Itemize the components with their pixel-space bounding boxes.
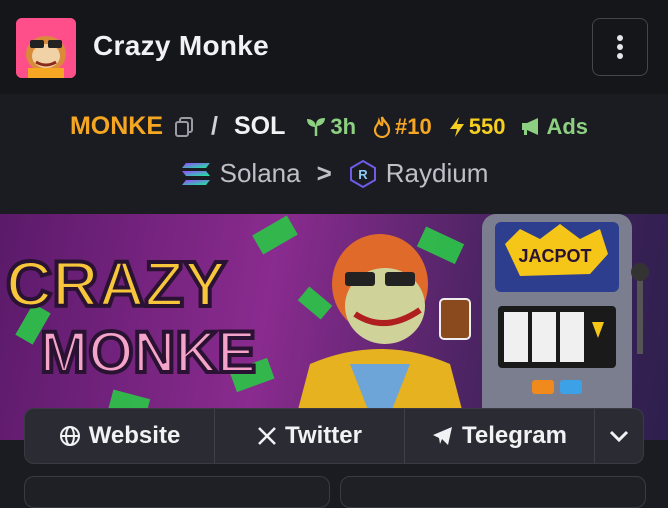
slot-machine: JACPOT [482,214,649,440]
ads-badge[interactable]: Ads [521,114,588,140]
banner-title-line1: CRAZY [6,248,226,320]
seedling-icon [307,117,326,136]
telegram-link[interactable]: Telegram [405,409,595,463]
copy-icon[interactable] [173,116,195,138]
banner-title-line2: MONKE [40,320,256,385]
twitter-label: Twitter [285,422,362,449]
stat-card-left [24,476,330,508]
x-logo-icon [258,427,276,445]
token-title: Crazy Monke [93,30,270,61]
trending-rank-value: #10 [395,113,432,139]
chevron-down-icon [609,430,629,442]
lightning-icon [449,116,464,137]
twitter-link[interactable]: Twitter [215,409,405,463]
website-link[interactable]: Website [25,409,215,463]
pair-info: MONKE / SOL 3h #10 550 Ads Solana > R Ra… [0,94,668,214]
dex-name[interactable]: Raydium [386,158,489,189]
trending-rank: #10 [372,114,432,140]
menu-button[interactable] [592,18,648,76]
pair-age: 3h [305,114,356,140]
social-links: Website Twitter Telegram [24,408,644,464]
flame-icon [373,116,391,138]
pair-row: MONKE / SOL 3h #10 550 Ads [0,112,668,141]
more-links-button[interactable] [595,409,643,463]
boost-count-value: 550 [468,113,506,139]
token-banner: CRAZY MONKE JACPOT [0,214,668,440]
quote-token-symbol: SOL [233,112,286,140]
telegram-icon [433,427,453,445]
globe-icon [59,426,80,446]
breadcrumb-chevron: > [316,158,332,188]
base-token-symbol[interactable]: MONKE [70,112,163,141]
pair-separator: / [211,112,218,140]
chain-breadcrumb: Solana > R Raydium [0,158,668,189]
megaphone-icon [522,117,539,135]
boost-count: 550 [448,113,506,140]
telegram-label: Telegram [462,422,567,449]
website-label: Website [88,422,181,449]
chain-name[interactable]: Solana [220,158,301,189]
vertical-dots-icon [617,35,623,59]
stat-card-right [340,476,646,508]
ads-label: Ads [546,113,589,139]
solana-icon [181,162,210,185]
token-avatar [16,18,76,78]
top-bar: Crazy Monke [0,0,668,95]
pair-age-value: 3h [330,113,357,139]
svg-text:R: R [358,167,368,182]
raydium-icon: R [349,159,376,188]
slot-sign-text: JACPOT [518,246,591,266]
